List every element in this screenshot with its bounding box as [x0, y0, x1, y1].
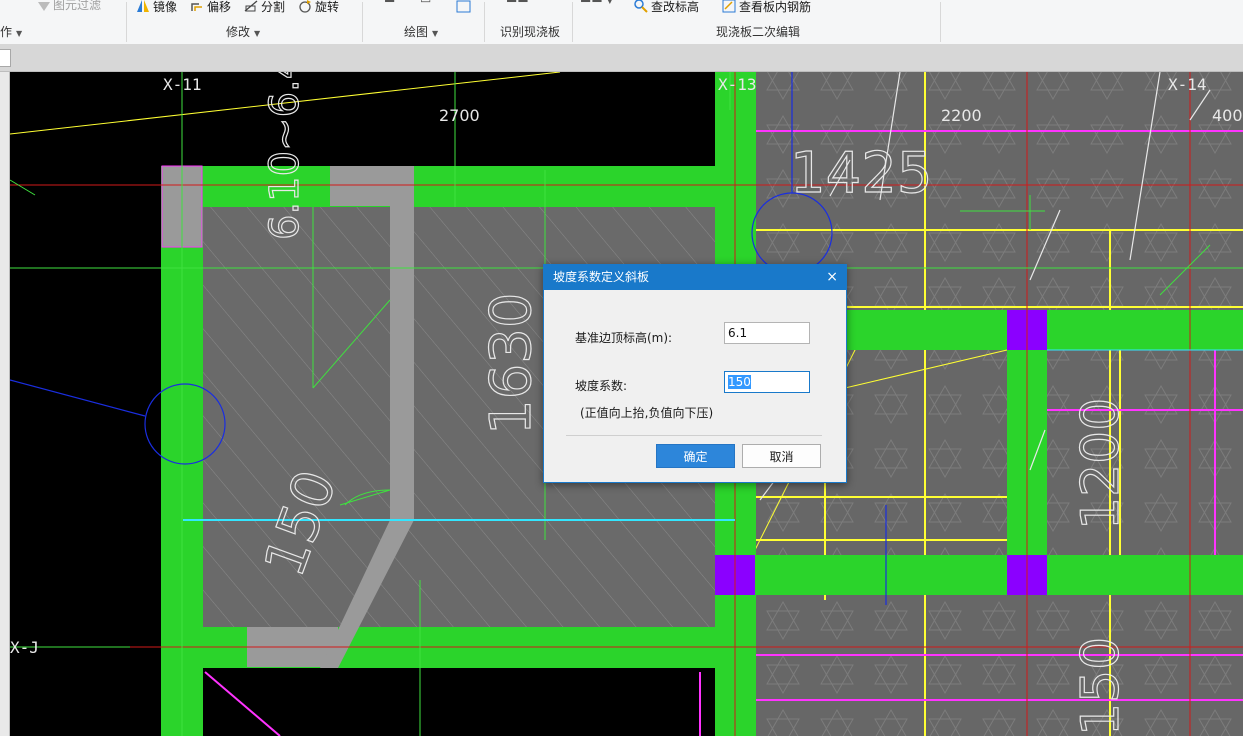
- modify-group-label: 修改 ▼: [226, 25, 261, 39]
- slope-coefficient-input[interactable]: 150: [724, 371, 810, 393]
- view-rebar-button[interactable]: 查看板内钢筋: [722, 0, 811, 16]
- slab-edit-group-label: 现浇板二次编辑: [716, 25, 801, 39]
- rotate-button[interactable]: 旋转: [298, 0, 339, 16]
- dim-label-400: 400: [1212, 106, 1243, 125]
- magnifier-icon: [634, 0, 648, 13]
- close-icon[interactable]: ×: [826, 265, 838, 290]
- axis-label-x11: X-11: [163, 75, 202, 94]
- split-icon: [244, 0, 258, 12]
- slope-coefficient-label: 坡度系数:: [575, 379, 628, 393]
- rectangle-icon[interactable]: [456, 0, 472, 14]
- identify-slab-tool[interactable]: ▬▬: [506, 0, 529, 8]
- dim-label-2700: 2700: [439, 106, 480, 125]
- slope-slab-dialog: 坡度系数定义斜板 × 基准边顶标高(m): 坡度系数: 150 (正值向上抬,负…: [543, 264, 847, 483]
- mirror-button[interactable]: 镜像: [136, 0, 177, 16]
- offset-button[interactable]: 偏移: [190, 0, 231, 16]
- slab-text-elevation: 6.10~6.4: [262, 72, 308, 240]
- floor-combo[interactable]: [0, 49, 11, 67]
- dialog-separator: [566, 435, 822, 436]
- slope-hint-text: (正值向上抬,负值向下压): [580, 406, 714, 420]
- mirror-icon: [137, 0, 149, 12]
- edit-elevation-button[interactable]: 查改标高: [634, 0, 699, 16]
- rotate-icon: [299, 0, 311, 13]
- draw-group-label: 绘图 ▼: [404, 25, 439, 39]
- slab-text-1425: 1425: [790, 141, 933, 206]
- axis-label-xj: X-J: [10, 638, 39, 657]
- left-side-panel: [0, 72, 10, 736]
- dim-label-2200: 2200: [941, 106, 982, 125]
- cancel-button[interactable]: 取消: [742, 444, 821, 468]
- slab-text-1630: 1630: [479, 292, 544, 435]
- column-gray-top[interactable]: [330, 166, 414, 206]
- draw-tool-2[interactable]: ▭: [420, 0, 431, 8]
- ribbon-group-cut-label: 作 ▼: [0, 25, 23, 39]
- split-button[interactable]: 分割: [244, 0, 285, 16]
- slab-text-150-bottom: 150: [1071, 637, 1131, 736]
- base-edge-elevation-label: 基准边顶标高(m):: [575, 331, 673, 345]
- draw-tool-1[interactable]: ▬: [384, 0, 395, 8]
- property-toolbar-strip: [0, 44, 1243, 72]
- base-edge-elevation-input[interactable]: [724, 322, 810, 344]
- filter-icon: [38, 2, 50, 11]
- dialog-title: 坡度系数定义斜板: [553, 270, 650, 284]
- beam-right-bottom[interactable]: [715, 555, 1243, 595]
- ribbon-toolbar: 作▼ 图元过滤 镜像 偏移 分割 旋转 修改▼ ▬ ▭ 绘图▼ ▬▬ 识别现浇板…: [0, 0, 1243, 45]
- offset-icon: [191, 3, 202, 11]
- slab-edit-tool[interactable]: ▬▬▼: [580, 0, 613, 8]
- beam-top[interactable]: [161, 166, 755, 207]
- filter-button[interactable]: 图元过滤: [38, 0, 101, 14]
- dialog-title-bar[interactable]: 坡度系数定义斜板 ×: [544, 265, 846, 290]
- identify-slab-group-label: 识别现浇板: [500, 25, 561, 39]
- ok-button[interactable]: 确定: [656, 444, 735, 468]
- axis-label-x14: X-14: [1168, 75, 1207, 94]
- slab-text-1200: 1200: [1071, 398, 1131, 530]
- axis-label-x13: X-13: [718, 75, 757, 94]
- rebar-view-icon: [722, 0, 736, 13]
